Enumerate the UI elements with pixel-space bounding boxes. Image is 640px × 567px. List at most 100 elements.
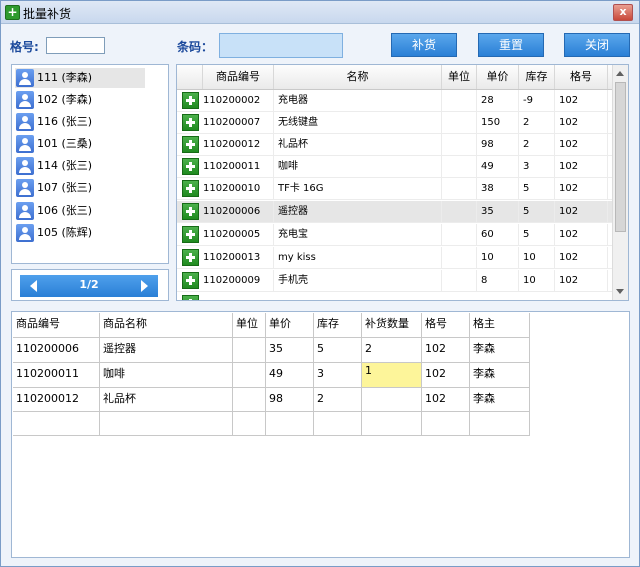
reset-button[interactable]: 重置 <box>478 33 544 57</box>
product-grid-no: 102 <box>555 90 608 112</box>
restock-cell-stock[interactable]: 2 <box>314 388 362 412</box>
owner-list-item[interactable]: 114 (张三) <box>15 156 145 176</box>
product-row[interactable]: 110200007 无线键盘 150 2 102 <box>177 112 614 134</box>
close-button[interactable]: 关闭 <box>564 33 630 57</box>
restock-header-stock: 库存 <box>314 313 362 338</box>
restock-cell-code[interactable]: 110200011 <box>13 363 100 388</box>
product-price: 150 <box>477 112 519 134</box>
restock-cell-price[interactable]: 49 <box>266 363 314 388</box>
restock-cell-stock[interactable] <box>314 412 362 436</box>
product-grid-scrollbar[interactable] <box>612 65 628 300</box>
restock-cell-price[interactable] <box>266 412 314 436</box>
restock-cell-code[interactable] <box>13 412 100 436</box>
restock-cell-stock[interactable]: 5 <box>314 338 362 363</box>
product-row[interactable]: 110200012 礼品杯 98 2 102 <box>177 134 614 156</box>
product-grid-no: 102 <box>555 112 608 134</box>
add-icon[interactable] <box>182 295 199 300</box>
restock-cell-owner[interactable]: 李森 <box>470 388 530 412</box>
restock-cell-unit[interactable] <box>233 338 266 363</box>
restock-cell-grid[interactable] <box>422 412 470 436</box>
product-unit <box>442 112 477 134</box>
add-icon[interactable] <box>182 249 199 266</box>
product-price: 8 <box>477 270 519 292</box>
product-row[interactable]: 110200009 手机壳 8 10 102 <box>177 270 614 292</box>
next-page-arrow-icon[interactable] <box>141 280 148 292</box>
add-icon[interactable] <box>182 180 199 197</box>
header-name[interactable]: 名称 <box>274 65 442 89</box>
product-code: 110200007 <box>199 112 274 134</box>
header-unit[interactable]: 单位 <box>442 65 477 89</box>
restock-qty-input[interactable]: 1 <box>362 363 422 388</box>
restock-cell-code[interactable]: 110200006 <box>13 338 100 363</box>
restock-cell-qty[interactable] <box>362 412 422 436</box>
restock-cell-owner[interactable]: 李森 <box>470 338 530 363</box>
product-stock: 3 <box>519 156 555 178</box>
product-unit <box>442 134 477 156</box>
product-row[interactable]: 110200011 咖啡 49 3 102 <box>177 156 614 178</box>
restock-cell-qty[interactable] <box>362 388 422 412</box>
product-row[interactable]: 110200002 充电器 28 -9 102 <box>177 90 614 112</box>
restock-cell-code[interactable]: 110200012 <box>13 388 100 412</box>
restock-header-qty: 补货数量 <box>362 313 422 338</box>
add-icon[interactable] <box>182 114 199 131</box>
header-code[interactable]: 商品编号 <box>203 65 274 89</box>
product-price: 35 <box>477 201 519 223</box>
restock-button[interactable]: 补货 <box>391 33 457 57</box>
product-row[interactable]: 110200006 遥控器 35 5 102 <box>177 201 614 223</box>
restock-cell-stock[interactable]: 3 <box>314 363 362 388</box>
product-grid: 商品编号 名称 单位 单价 库存 格号 110200002 充电器 28 -9 … <box>176 64 629 301</box>
restock-cell-grid[interactable]: 102 <box>422 388 470 412</box>
grid-number-input[interactable] <box>46 37 105 54</box>
restock-cell-name[interactable]: 咖啡 <box>100 363 233 388</box>
owner-list-item[interactable]: 101 (三桑) <box>15 134 145 154</box>
restock-cell-owner[interactable] <box>470 412 530 436</box>
product-row[interactable]: 110200010 TF卡 16G 38 5 102 <box>177 178 614 200</box>
product-code: 110200010 <box>199 178 274 200</box>
scroll-up-arrow-icon[interactable] <box>616 71 624 76</box>
restock-cell-owner[interactable]: 李森 <box>470 363 530 388</box>
scroll-thumb[interactable] <box>615 82 626 232</box>
product-name: TF卡 16G <box>274 178 442 200</box>
owner-list: 111 (李森) 102 (李森) 116 (张三) 101 (三桑) 114 … <box>11 64 169 264</box>
product-row-partial[interactable] <box>177 293 614 300</box>
add-icon[interactable] <box>182 203 199 220</box>
owner-list-item[interactable]: 111 (李森) <box>15 68 145 88</box>
product-name: 礼品杯 <box>274 134 442 156</box>
scroll-down-arrow-icon[interactable] <box>616 289 624 294</box>
product-row[interactable]: 110200005 充电宝 60 5 102 <box>177 224 614 246</box>
product-row[interactable]: 110200013 my kiss 10 10 102 <box>177 247 614 269</box>
restock-cell-name[interactable] <box>100 412 233 436</box>
restock-cell-unit[interactable] <box>233 363 266 388</box>
window-close-button[interactable]: x <box>613 4 633 21</box>
app-plus-icon: + <box>5 5 20 20</box>
owner-list-item[interactable]: 102 (李森) <box>15 90 145 110</box>
restock-cell-qty[interactable]: 2 <box>362 338 422 363</box>
owner-list-item[interactable]: 106 (张三) <box>15 201 145 221</box>
barcode-input[interactable] <box>219 33 343 58</box>
restock-cell-price[interactable]: 98 <box>266 388 314 412</box>
owner-list-item[interactable]: 116 (张三) <box>15 112 145 132</box>
restock-cell-name[interactable]: 遥控器 <box>100 338 233 363</box>
header-stock[interactable]: 库存 <box>519 65 555 89</box>
owner-pager: 1/2 <box>11 269 169 301</box>
restock-cell-unit[interactable] <box>233 388 266 412</box>
owner-list-item[interactable]: 105 (陈辉) <box>15 223 145 243</box>
restock-cell-grid[interactable]: 102 <box>422 363 470 388</box>
add-icon[interactable] <box>182 272 199 289</box>
add-icon[interactable] <box>182 136 199 153</box>
add-icon[interactable] <box>182 158 199 175</box>
product-grid-no: 102 <box>555 156 608 178</box>
restock-cell-grid[interactable]: 102 <box>422 338 470 363</box>
product-code: 110200005 <box>199 224 274 246</box>
restock-cell-unit[interactable] <box>233 412 266 436</box>
add-icon[interactable] <box>182 92 199 109</box>
add-icon[interactable] <box>182 226 199 243</box>
header-grid[interactable]: 格号 <box>555 65 608 89</box>
product-unit <box>442 156 477 178</box>
product-grid-no: 102 <box>555 247 608 269</box>
product-code: 110200012 <box>199 134 274 156</box>
owner-list-item[interactable]: 107 (张三) <box>15 178 145 198</box>
restock-cell-price[interactable]: 35 <box>266 338 314 363</box>
restock-cell-name[interactable]: 礼品杯 <box>100 388 233 412</box>
header-price[interactable]: 单价 <box>477 65 519 89</box>
